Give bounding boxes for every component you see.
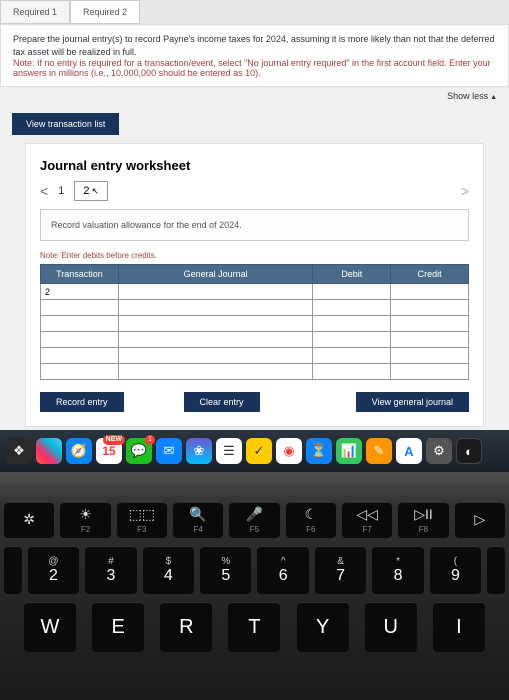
- dock-mail-icon[interactable]: ✉: [156, 438, 182, 464]
- entry-number-1[interactable]: 1: [58, 185, 64, 197]
- cell-debit[interactable]: [313, 332, 391, 348]
- worksheet-title: Journal entry worksheet: [40, 158, 469, 173]
- dock-messages-icon[interactable]: 💬: [126, 438, 152, 464]
- cell-credit[interactable]: [391, 300, 469, 316]
- number-key: &7: [315, 546, 366, 594]
- cell-debit[interactable]: [313, 300, 391, 316]
- letter-key: R: [160, 602, 212, 652]
- record-entry-button[interactable]: Record entry: [40, 392, 124, 412]
- cell-account[interactable]: [118, 284, 313, 300]
- function-key: ☾F6: [286, 502, 336, 538]
- function-key: ◁◁F7: [342, 502, 392, 538]
- function-key: ▷: [455, 502, 505, 538]
- dock-notes-icon[interactable]: ☰: [216, 438, 242, 464]
- dock-chrome-icon[interactable]: ◉: [276, 438, 302, 464]
- col-credit: Credit: [391, 265, 469, 284]
- cell-debit[interactable]: [313, 364, 391, 380]
- laptop-keyboard: ✲☀F2⬚⬚F3🔍F4🎤F5☾F6◁◁F7▷IIF8▷ @2#3$4%5^6&7…: [0, 472, 509, 700]
- number-key: @2: [28, 546, 79, 594]
- col-general-journal: General Journal: [118, 265, 313, 284]
- cell-account[interactable]: [118, 316, 313, 332]
- col-debit: Debit: [313, 265, 391, 284]
- number-key: %5: [200, 546, 251, 594]
- table-row: [41, 332, 469, 348]
- number-key: (9: [430, 546, 481, 594]
- number-key: #3: [85, 546, 136, 594]
- journal-entry-worksheet: Journal entry worksheet < 1 2↖ > Record …: [25, 143, 484, 427]
- number-key: *8: [372, 546, 423, 594]
- transaction-description: Record valuation allowance for the end o…: [40, 209, 469, 241]
- table-row: 2: [41, 284, 469, 300]
- dock-screentime-icon[interactable]: ⏳: [306, 438, 332, 464]
- cell-credit[interactable]: [391, 364, 469, 380]
- table-row: [41, 364, 469, 380]
- cell-transaction: 2: [41, 284, 119, 300]
- letter-key: W: [24, 602, 76, 652]
- number-key: ^6: [257, 546, 308, 594]
- cell-account[interactable]: [118, 332, 313, 348]
- dock-numbers-icon[interactable]: 📊: [336, 438, 362, 464]
- dock-appstore-icon[interactable]: A: [396, 438, 422, 464]
- tab-required-2[interactable]: Required 2: [70, 0, 140, 24]
- dock-reminders-icon[interactable]: ✓: [246, 438, 272, 464]
- cell-debit[interactable]: [313, 348, 391, 364]
- next-entry-arrow[interactable]: >: [461, 183, 469, 199]
- cell-account[interactable]: [118, 364, 313, 380]
- macos-dock: ❖ 🧭 15 💬 ✉ ❀ ☰ ✓ ◉ ⏳ 📊 ✎ A ⚙ ◐: [0, 430, 509, 472]
- cell-credit[interactable]: [391, 284, 469, 300]
- function-key: ☀F2: [60, 502, 110, 538]
- col-transaction: Transaction: [41, 265, 119, 284]
- clear-entry-button[interactable]: Clear entry: [184, 392, 260, 412]
- cell-credit[interactable]: [391, 316, 469, 332]
- show-less-toggle[interactable]: Show less: [0, 87, 509, 105]
- requirement-tabs: Required 1 Required 2: [0, 0, 509, 24]
- tab-required-1[interactable]: Required 1: [0, 0, 70, 24]
- dock-terminal-icon[interactable]: ❖: [6, 438, 32, 464]
- dock-safari-icon[interactable]: 🧭: [66, 438, 92, 464]
- problem-note: Note: If no entry is required for a tran…: [13, 58, 496, 78]
- function-key: 🎤F5: [229, 502, 279, 538]
- letter-key: I: [433, 602, 485, 652]
- dock-settings-icon[interactable]: ⚙: [426, 438, 452, 464]
- function-key: 🔍F4: [173, 502, 223, 538]
- cell-credit[interactable]: [391, 348, 469, 364]
- prev-entry-arrow[interactable]: <: [40, 183, 48, 199]
- dock-photos-icon[interactable]: ❀: [186, 438, 212, 464]
- dock-launchpad-icon[interactable]: [36, 438, 62, 464]
- letter-key: U: [365, 602, 417, 652]
- function-key: ▷IIF8: [398, 502, 448, 538]
- letter-key: Y: [297, 602, 349, 652]
- cell-account[interactable]: [118, 300, 313, 316]
- cell-debit[interactable]: [313, 284, 391, 300]
- cell-account[interactable]: [118, 348, 313, 364]
- table-row: [41, 348, 469, 364]
- table-row: [41, 316, 469, 332]
- letter-key: E: [92, 602, 144, 652]
- problem-text: Prepare the journal entry(s) to record P…: [13, 33, 496, 58]
- cell-debit[interactable]: [313, 316, 391, 332]
- entry-number-2-active[interactable]: 2↖: [74, 181, 108, 201]
- view-general-journal-button[interactable]: View general journal: [356, 392, 469, 412]
- number-key: $4: [143, 546, 194, 594]
- dock-calendar-icon[interactable]: 15: [96, 438, 122, 464]
- cursor-icon: ↖: [91, 186, 99, 197]
- journal-table: Transaction General Journal Debit Credit…: [40, 264, 469, 380]
- function-key: ⬚⬚F3: [117, 502, 167, 538]
- problem-statement: Prepare the journal entry(s) to record P…: [0, 24, 509, 87]
- view-transaction-list-button[interactable]: View transaction list: [12, 113, 119, 135]
- debits-note: Note: Enter debits before credits.: [40, 251, 469, 260]
- dock-pages-icon[interactable]: ✎: [366, 438, 392, 464]
- table-row: [41, 300, 469, 316]
- cell-credit[interactable]: [391, 332, 469, 348]
- letter-key: T: [228, 602, 280, 652]
- dock-app-icon[interactable]: ◐: [456, 438, 482, 464]
- function-key: ✲: [4, 502, 54, 538]
